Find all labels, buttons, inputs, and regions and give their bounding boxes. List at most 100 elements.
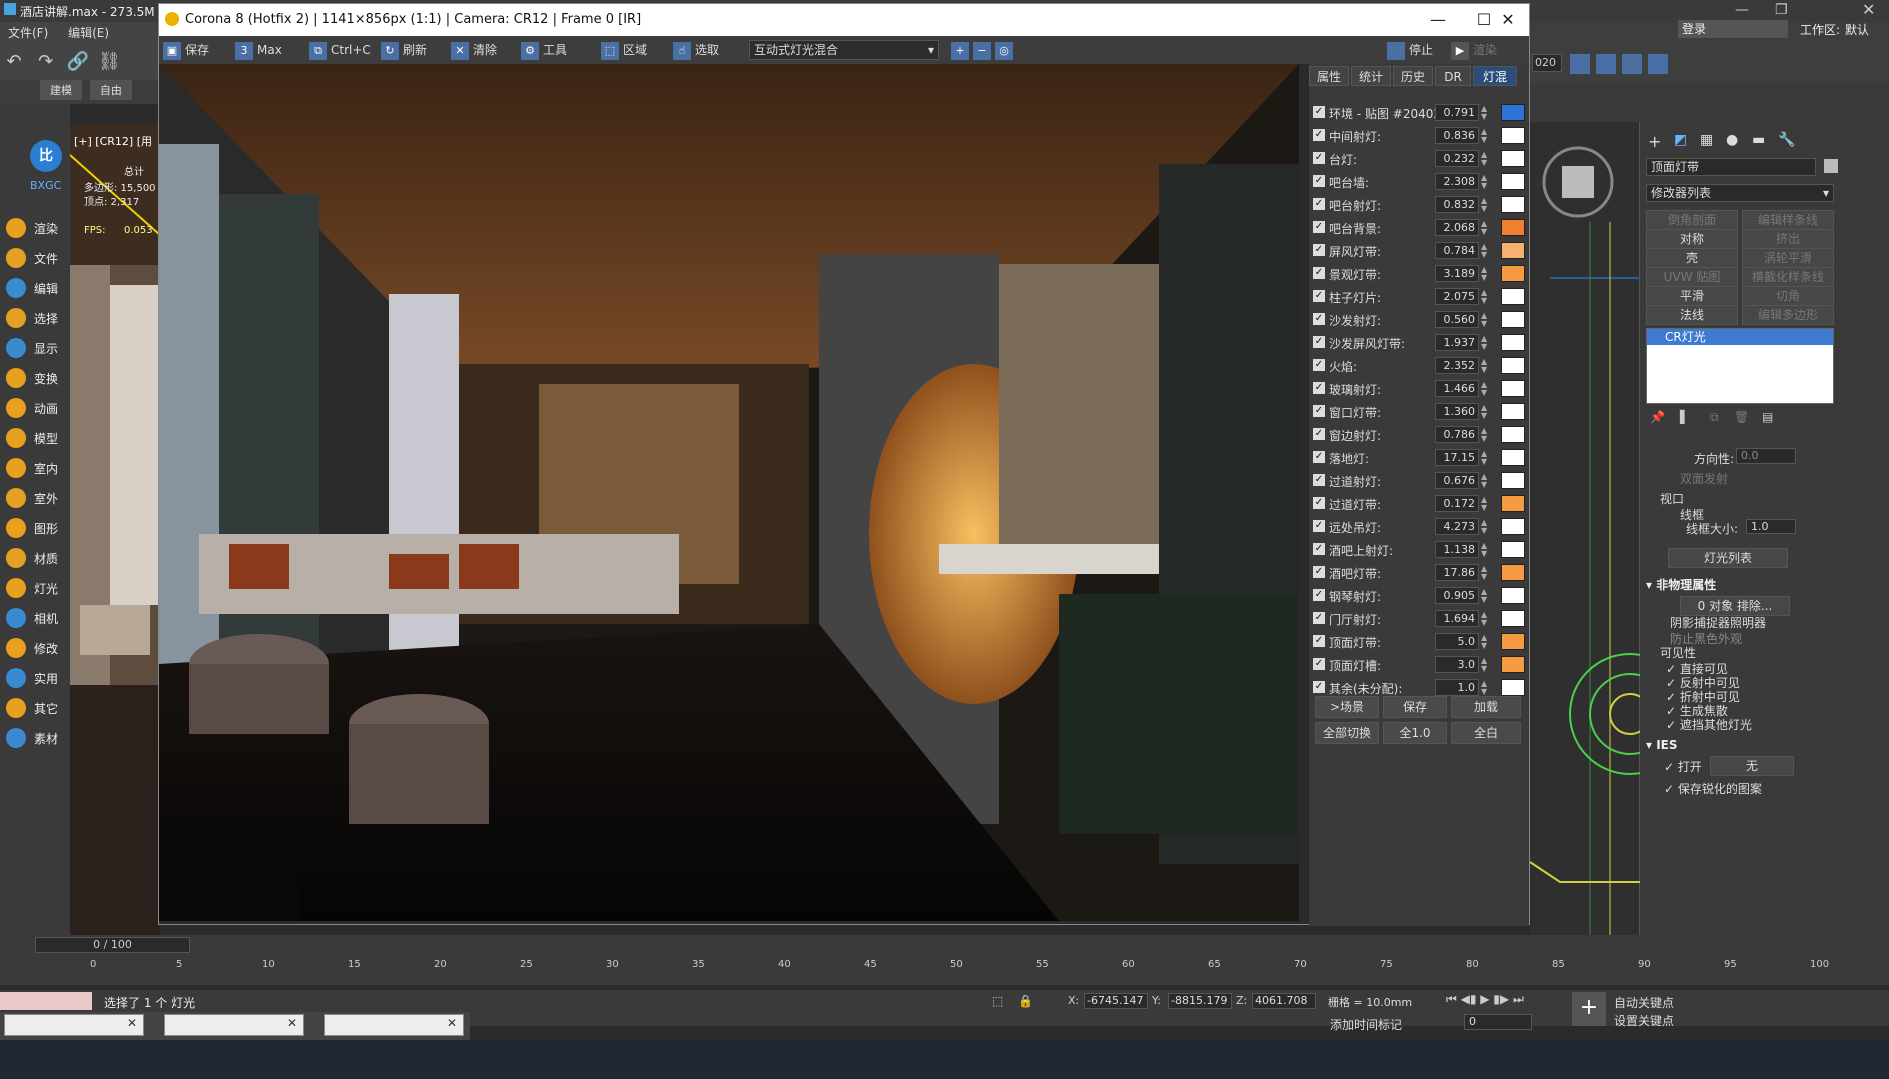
spinner-icon[interactable]: ▲ ▼ [1481, 197, 1487, 213]
lightmix-intensity-field[interactable]: 0.172 [1435, 495, 1479, 512]
lightmix-color-swatch[interactable] [1501, 173, 1525, 190]
spinner-icon[interactable]: ▲ ▼ [1481, 335, 1487, 351]
lightmix-color-swatch[interactable] [1501, 380, 1525, 397]
lightmix-enable-checkbox[interactable]: ✓ [1313, 129, 1325, 141]
save-lightmix-button[interactable]: 保存 [1383, 696, 1447, 718]
motion-tab-icon[interactable]: ● [1726, 132, 1738, 148]
create-tab-icon[interactable]: + [1648, 132, 1661, 151]
corona-close-icon[interactable]: ✕ [1485, 8, 1531, 32]
ies-keep-sharp-checkbox[interactable]: ✓ 保存锐化的图案 [1664, 780, 1762, 797]
tab-lightmix[interactable]: 灯混 [1473, 66, 1517, 86]
link-icon[interactable]: 🔗 [66, 50, 90, 74]
spinner-icon[interactable]: ▲ ▼ [1481, 450, 1487, 466]
add-time-tag[interactable]: 添加时间标记 [1330, 1016, 1402, 1033]
spinner-icon[interactable]: ▲ ▼ [1481, 496, 1487, 512]
lightmix-enable-checkbox[interactable]: ✓ [1313, 290, 1325, 302]
lightmix-color-swatch[interactable] [1501, 265, 1525, 282]
lightmix-enable-checkbox[interactable]: ✓ [1313, 451, 1325, 463]
minimized-window-3[interactable]: ✕ [324, 1014, 464, 1036]
all-white-button[interactable]: 全白 [1451, 722, 1521, 744]
left-tool-11[interactable]: 材质 [0, 544, 70, 574]
lightmix-intensity-field[interactable]: 0.676 [1435, 472, 1479, 489]
show-end-result-icon[interactable]: ▌ [1680, 410, 1689, 424]
set-key-icon[interactable]: + [1572, 992, 1606, 1026]
lightmix-enable-checkbox[interactable]: ✓ [1313, 681, 1325, 693]
menu-file[interactable]: 文件(F) [0, 22, 56, 43]
lightmix-enable-checkbox[interactable]: ✓ [1313, 244, 1325, 256]
lightmix-intensity-field[interactable]: 0.905 [1435, 587, 1479, 604]
to-scene-button[interactable]: >场景 [1315, 696, 1379, 718]
spinner-icon[interactable]: ▲ ▼ [1481, 634, 1487, 650]
viewport-label[interactable]: [+] [CR12] [用 [74, 133, 152, 149]
lightmix-color-swatch[interactable] [1501, 104, 1525, 121]
left-tool-13[interactable]: 相机 [0, 604, 70, 634]
lightmix-enable-checkbox[interactable]: ✓ [1313, 497, 1325, 509]
modifier-button[interactable]: 壳 [1646, 248, 1738, 268]
lightmix-enable-checkbox[interactable]: ✓ [1313, 152, 1325, 164]
spinner-icon[interactable]: ▲ ▼ [1481, 151, 1487, 167]
remove-modifier-icon[interactable]: 🗑 [1734, 410, 1749, 424]
year-field[interactable]: 020 [1532, 54, 1562, 72]
lightmix-intensity-field[interactable]: 2.308 [1435, 173, 1479, 190]
spinner-icon[interactable]: ▲ ▼ [1481, 611, 1487, 627]
render-frame-icon[interactable] [1596, 54, 1616, 74]
lightmix-intensity-field[interactable]: 0.784 [1435, 242, 1479, 259]
spinner-icon[interactable]: ▲ ▼ [1481, 404, 1487, 420]
lightmix-intensity-field[interactable]: 0.560 [1435, 311, 1479, 328]
tab-stats[interactable]: 统计 [1351, 66, 1391, 86]
lightmix-color-swatch[interactable] [1501, 541, 1525, 558]
load-lightmix-button[interactable]: 加载 [1451, 696, 1521, 718]
refresh-button[interactable]: ↻ 刷新 [381, 40, 427, 60]
lightmix-color-swatch[interactable] [1501, 357, 1525, 374]
modify-tab-icon[interactable]: ◩ [1674, 132, 1687, 148]
spinner-icon[interactable]: ▲ ▼ [1481, 289, 1487, 305]
lightmix-enable-checkbox[interactable]: ✓ [1313, 635, 1325, 647]
spinner-icon[interactable]: ▲ ▼ [1481, 381, 1487, 397]
left-tool-12[interactable]: 灯光 [0, 574, 70, 604]
toggle-all-button[interactable]: 全部切换 [1315, 722, 1379, 744]
lightmix-intensity-field[interactable]: 0.232 [1435, 150, 1479, 167]
left-tool-6[interactable]: 动画 [0, 394, 70, 424]
maxscript-listener[interactable] [0, 992, 92, 1010]
tab-freeform[interactable]: 自由 [89, 80, 132, 100]
modifier-button[interactable]: 对称 [1646, 229, 1738, 249]
unlink-icon[interactable]: ⛓ [97, 50, 121, 74]
tab-dr[interactable]: DR [1435, 66, 1471, 86]
lightmix-enable-checkbox[interactable]: ✓ [1313, 612, 1325, 624]
spinner-icon[interactable]: ▲ ▼ [1481, 680, 1487, 696]
restore-icon[interactable]: ❐ [1775, 2, 1788, 18]
modifier-button[interactable]: 挤出 [1742, 229, 1834, 249]
minimized-window-2[interactable]: ✕ [164, 1014, 304, 1036]
spinner-icon[interactable]: ▲ ▼ [1481, 243, 1487, 259]
exclude-button[interactable]: 0 对象 排除... [1680, 596, 1790, 616]
lightmix-color-swatch[interactable] [1501, 127, 1525, 144]
stack-item[interactable]: CR灯光 [1647, 329, 1833, 345]
lightmix-intensity-field[interactable]: 1.694 [1435, 610, 1479, 627]
lightmix-color-swatch[interactable] [1501, 518, 1525, 535]
lightmix-intensity-field[interactable]: 1.937 [1435, 334, 1479, 351]
lightmix-color-swatch[interactable] [1501, 219, 1525, 236]
left-tool-16[interactable]: 其它 [0, 694, 70, 724]
lightmix-color-swatch[interactable] [1501, 288, 1525, 305]
lightmix-intensity-field[interactable]: 0.836 [1435, 127, 1479, 144]
lightmix-intensity-field[interactable]: 17.86 [1435, 564, 1479, 581]
shadow-catcher-checkbox[interactable]: 阴影捕捉器照明器 [1670, 614, 1766, 631]
minimize-icon[interactable]: — [1735, 2, 1749, 18]
lock-icon[interactable]: 🔒 [1018, 994, 1033, 1008]
directionality-field[interactable]: 0.0 [1736, 448, 1796, 464]
max-button[interactable]: 3 Max [235, 40, 282, 60]
object-name-field[interactable]: 顶面灯带 [1646, 158, 1816, 176]
close-icon[interactable]: ✕ [287, 1016, 297, 1030]
y-coord-field[interactable]: -8815.179 [1168, 993, 1232, 1009]
lightmix-enable-checkbox[interactable]: ✓ [1313, 520, 1325, 532]
lightmix-intensity-field[interactable]: 3.0 [1435, 656, 1479, 673]
lightmix-enable-checkbox[interactable]: ✓ [1313, 543, 1325, 555]
lightmix-intensity-field[interactable]: 4.273 [1435, 518, 1479, 535]
lightmix-color-swatch[interactable] [1501, 587, 1525, 604]
lightmix-enable-checkbox[interactable]: ✓ [1313, 589, 1325, 601]
lightmix-enable-checkbox[interactable]: ✓ [1313, 267, 1325, 279]
spinner-icon[interactable]: ▲ ▼ [1481, 266, 1487, 282]
modifier-button[interactable]: 横截化样条线 [1742, 267, 1834, 287]
close-icon[interactable]: ✕ [127, 1016, 137, 1030]
left-tool-8[interactable]: 室内 [0, 454, 70, 484]
